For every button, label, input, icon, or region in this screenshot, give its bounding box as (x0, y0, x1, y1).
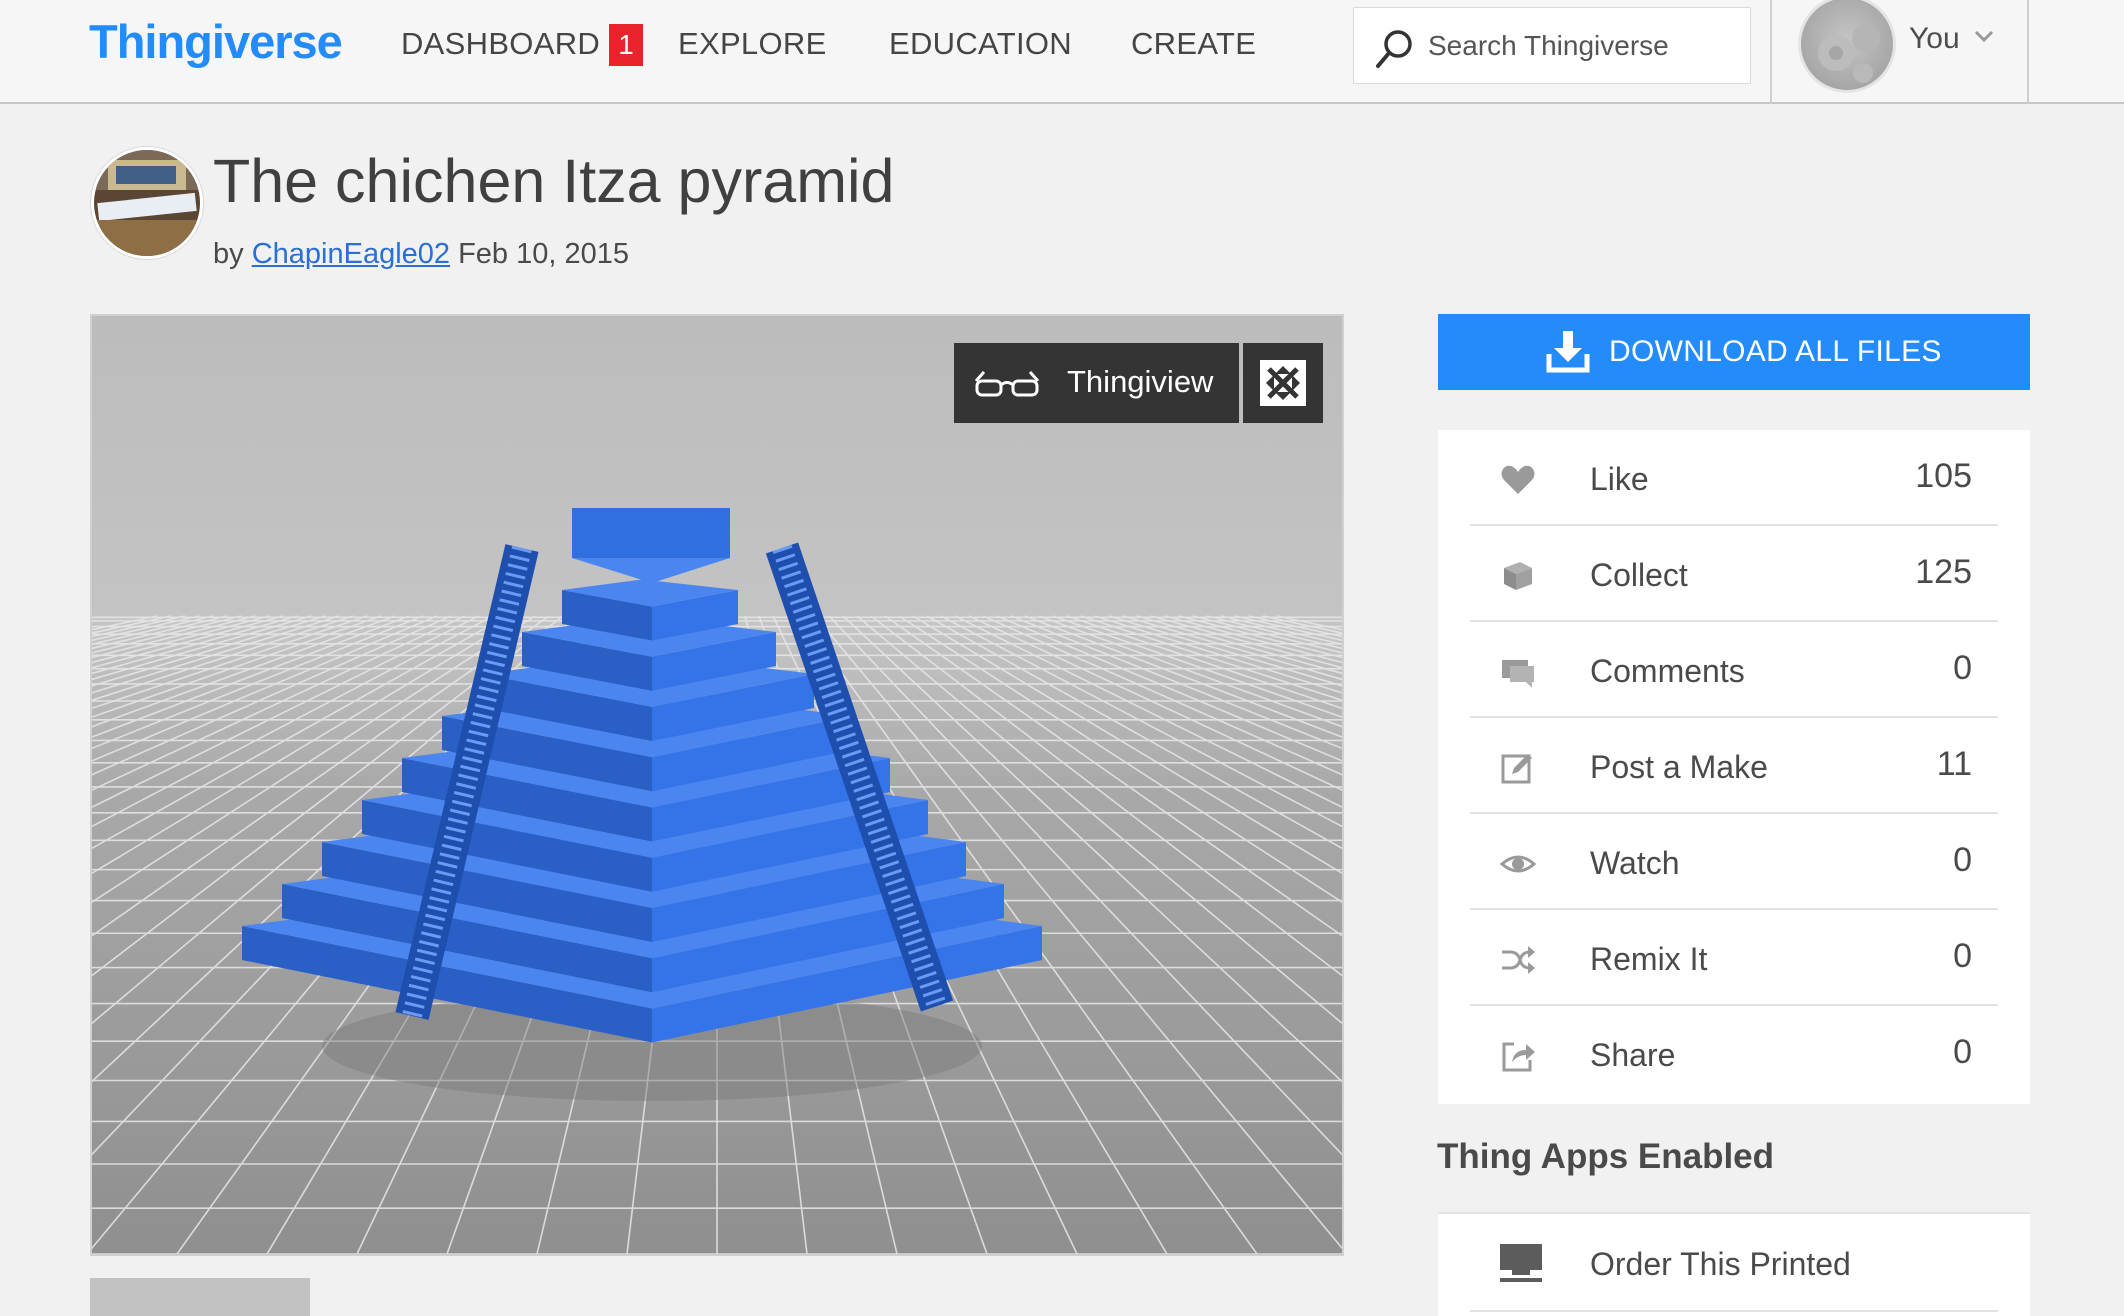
thumbnail-strip[interactable] (90, 1278, 310, 1316)
action-watch-count: 0 (1953, 841, 1972, 879)
collection-icon (1504, 562, 1532, 590)
action-comments-count: 0 (1953, 649, 1972, 687)
download-all-files-label: DOWNLOAD ALL FILES (1609, 335, 1942, 368)
chevron-down-icon[interactable] (1974, 30, 1994, 42)
thingiverse-logo[interactable]: Thingiverse (89, 14, 343, 69)
action-share-label: Share (1590, 1037, 1676, 1073)
search-input[interactable] (1428, 8, 1738, 83)
action-post-a-make[interactable]: Post a Make 11 (1470, 718, 1998, 814)
expand-icon (1260, 360, 1306, 406)
user-menu-label[interactable]: You (1909, 22, 1960, 56)
creator-avatar-image (94, 150, 200, 256)
byline: by ChapinEagle02 Feb 10, 2015 (213, 238, 629, 271)
thing-actions-panel: Like 105 Collect 125 Comments 0 Post a M… (1438, 430, 2030, 1104)
dashboard-notification-badge: 1 (609, 24, 643, 66)
fullscreen-button[interactable] (1243, 343, 1323, 423)
action-watch[interactable]: Watch 0 (1470, 814, 1998, 910)
thingiview-label: Thingiview (1067, 364, 1214, 399)
search-icon (1376, 30, 1412, 68)
glasses-icon (974, 371, 1040, 397)
thing-title: The chichen Itza pyramid (213, 147, 895, 215)
apps-divider (1470, 1310, 1998, 1312)
download-all-files-button[interactable]: DOWNLOAD ALL FILES (1438, 314, 2030, 390)
action-watch-label: Watch (1590, 845, 1680, 881)
download-icon (1546, 331, 1590, 373)
edit-icon (1501, 754, 1532, 784)
order-this-printed-link[interactable]: Order This Printed (1590, 1246, 1851, 1283)
share-icon (1502, 1042, 1535, 1072)
action-share-count: 0 (1953, 1033, 1972, 1071)
action-remix-it[interactable]: Remix It 0 (1470, 910, 1998, 1006)
action-collect[interactable]: Collect 125 (1470, 526, 1998, 622)
action-like[interactable]: Like 105 (1470, 430, 1998, 526)
nav-explore[interactable]: EXPLORE (678, 26, 827, 62)
action-remix-it-label: Remix It (1590, 941, 1708, 977)
action-collect-label: Collect (1590, 557, 1688, 593)
printer-icon (1500, 1244, 1542, 1282)
nav-create[interactable]: CREATE (1131, 26, 1256, 62)
action-comments-label: Comments (1590, 653, 1745, 689)
thing-apps-heading: Thing Apps Enabled (1437, 1137, 1775, 1176)
comment-icon (1502, 660, 1534, 688)
header-divider-right (2027, 0, 2029, 104)
action-like-count: 105 (1915, 457, 1972, 495)
nav-education[interactable]: EDUCATION (889, 26, 1072, 62)
user-avatar[interactable] (1798, 0, 1896, 93)
thing-apps-list: Order This Printed (1438, 1212, 2030, 1316)
creator-avatar[interactable] (91, 147, 203, 259)
nav-dashboard[interactable]: DASHBOARD (401, 26, 600, 62)
action-share[interactable]: Share 0 (1470, 1006, 1998, 1102)
thingiview-button[interactable]: Thingiview (954, 343, 1239, 423)
model-viewer[interactable]: Thingiview (90, 314, 1344, 1256)
action-like-label: Like (1590, 461, 1649, 497)
shuffle-icon (1502, 946, 1535, 974)
author-link[interactable]: ChapinEagle02 (252, 238, 450, 270)
action-comments[interactable]: Comments 0 (1470, 622, 1998, 718)
action-post-a-make-count: 11 (1936, 745, 1972, 783)
by-prefix: by (213, 238, 244, 270)
header-divider (1770, 0, 1772, 104)
model-render (92, 316, 1342, 1254)
action-collect-count: 125 (1915, 553, 1972, 591)
top-navigation-bar: Thingiverse DASHBOARD 1 EXPLORE EDUCATIO… (0, 0, 2124, 104)
heart-icon (1501, 465, 1535, 494)
eye-icon (1500, 855, 1536, 873)
search-box[interactable] (1353, 7, 1751, 84)
action-remix-it-count: 0 (1953, 937, 1972, 975)
gear-pattern-icon (1818, 24, 1880, 83)
publish-date: Feb 10, 2015 (458, 238, 630, 270)
action-post-a-make-label: Post a Make (1590, 749, 1768, 785)
